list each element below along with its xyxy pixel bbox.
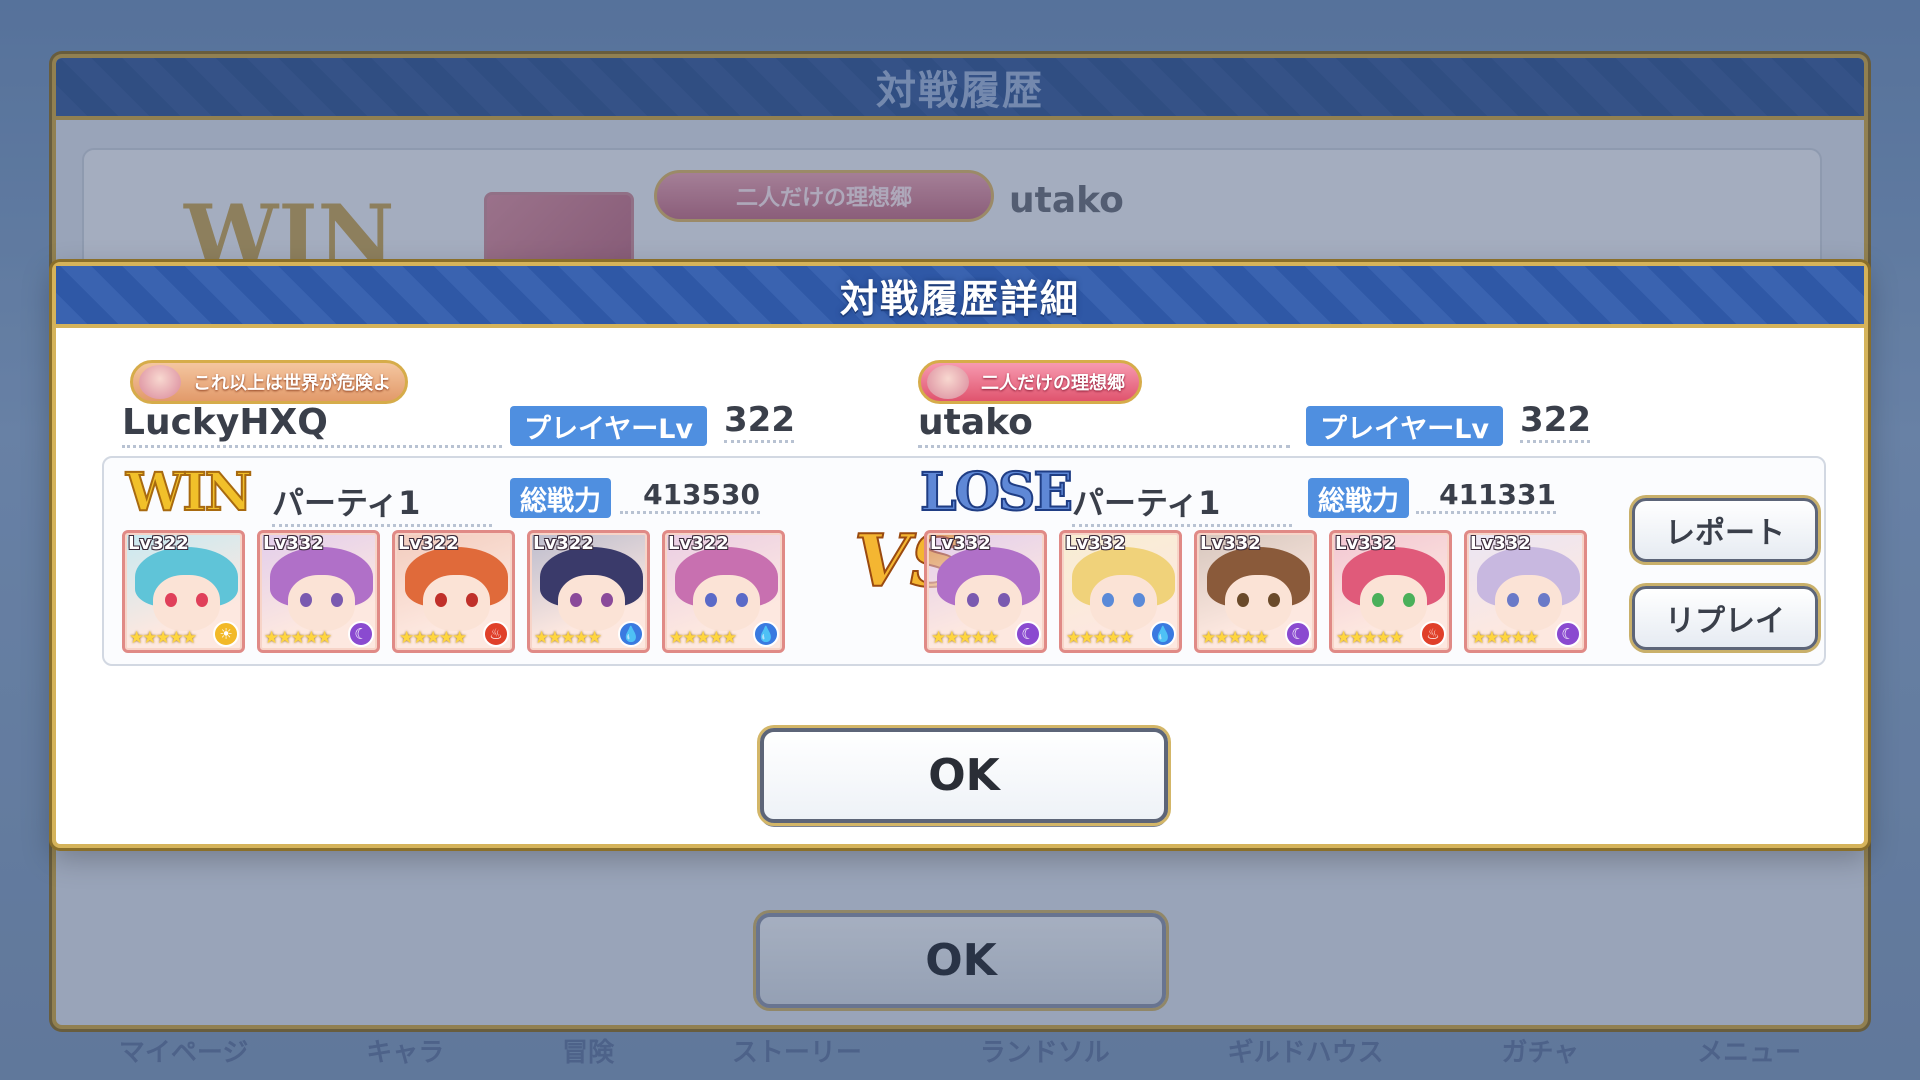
unit-star-rating: ★★★★★	[1066, 628, 1134, 648]
left-title-badge-portrait	[139, 365, 181, 399]
ok-button[interactable]: OK	[760, 728, 1168, 823]
unit-portrait-eye	[1372, 593, 1384, 607]
water-element-icon: 💧	[753, 621, 779, 647]
right-unit-card[interactable]: Lv332 ★★★★★ ☾	[1194, 530, 1317, 653]
unit-level: Lv332	[1200, 533, 1261, 554]
left-result: WIN	[125, 461, 253, 524]
unit-portrait-eye	[967, 593, 979, 607]
unit-star-rating: ★★★★★	[669, 628, 737, 648]
unit-portrait-face	[1090, 575, 1157, 631]
fire-element-icon: ♨	[483, 621, 509, 647]
right-party-name: パーティ1	[1072, 478, 1292, 527]
dialog-title: 対戦履歴詳細	[839, 276, 1080, 321]
unit-portrait-eye	[196, 593, 208, 607]
unit-portrait-face	[693, 575, 760, 631]
unit-portrait-eye	[1507, 593, 1519, 607]
unit-level: Lv332	[1065, 533, 1126, 554]
dark-element-icon: ☾	[1555, 621, 1581, 647]
unit-portrait-face	[423, 575, 490, 631]
left-unit-card[interactable]: Lv322 ★★★★★ 💧	[662, 530, 785, 653]
unit-star-rating: ★★★★★	[1471, 628, 1539, 648]
right-title-badge-portrait	[927, 365, 969, 399]
party-comparison: WIN パーティ1 総戦力 413530 Lv322 ★★★★★ ☀ Lv332 ★★★…	[102, 456, 1826, 666]
right-level-label: プレイヤーLv	[1306, 406, 1503, 446]
right-unit-card[interactable]: Lv332 ★★★★★ ♨	[1329, 530, 1452, 653]
unit-portrait-eye	[165, 593, 177, 607]
right-power-value: 411331	[1416, 478, 1556, 514]
right-unit-card[interactable]: Lv332 ★★★★★ 💧	[1059, 530, 1182, 653]
report-button[interactable]: レポート	[1632, 498, 1818, 562]
left-unit-card[interactable]: Lv322 ★★★★★ 💧	[527, 530, 650, 653]
right-level-value: 322	[1520, 400, 1591, 443]
water-element-icon: 💧	[618, 621, 644, 647]
unit-portrait-eye	[1268, 593, 1280, 607]
right-title-badge: 二人だけの理想郷	[918, 360, 1142, 404]
left-unit-card[interactable]: Lv322 ★★★★★ ☀	[122, 530, 245, 653]
right-result: LOSE	[919, 461, 1074, 524]
dark-element-icon: ☾	[1285, 621, 1311, 647]
unit-portrait-eye	[466, 593, 478, 607]
unit-level: Lv332	[1470, 533, 1531, 554]
water-element-icon: 💧	[1150, 621, 1176, 647]
unit-portrait-face	[955, 575, 1022, 631]
unit-level: Lv322	[398, 533, 459, 554]
left-power-label: 総戦力	[510, 478, 611, 518]
unit-portrait-eye	[331, 593, 343, 607]
unit-portrait-eye	[1102, 593, 1114, 607]
left-power-value: 413530	[620, 478, 760, 514]
right-power-label: 総戦力	[1308, 478, 1409, 518]
unit-portrait-eye	[705, 593, 717, 607]
unit-star-rating: ★★★★★	[534, 628, 602, 648]
left-party-name: パーティ1	[272, 478, 492, 527]
left-party-units: Lv322 ★★★★★ ☀ Lv332 ★★★★★ ☾ Lv322 ★★★★★ ♨ Lv322 ★★…	[122, 530, 785, 653]
unit-portrait-face	[288, 575, 355, 631]
unit-portrait-face	[558, 575, 625, 631]
unit-level: Lv332	[263, 533, 324, 554]
unit-level: Lv322	[533, 533, 594, 554]
unit-portrait-eye	[1237, 593, 1249, 607]
left-title-badge-text: これ以上は世界が危険よ	[193, 373, 391, 394]
unit-portrait-face	[1495, 575, 1562, 631]
unit-portrait-eye	[1538, 593, 1550, 607]
unit-portrait-eye	[736, 593, 748, 607]
unit-portrait-eye	[1133, 593, 1145, 607]
right-party-units: Lv332 ★★★★★ ☾ Lv332 ★★★★★ 💧 Lv332 ★★★★★ ☾ Lv332 ★★…	[924, 530, 1587, 653]
right-title-badge-text: 二人だけの理想郷	[981, 373, 1125, 394]
dark-element-icon: ☾	[348, 621, 374, 647]
unit-portrait-eye	[1403, 593, 1415, 607]
dark-element-icon: ☾	[1015, 621, 1041, 647]
unit-portrait-eye	[570, 593, 582, 607]
unit-portrait-face	[153, 575, 220, 631]
unit-star-rating: ★★★★★	[129, 628, 197, 648]
right-unit-card[interactable]: Lv332 ★★★★★ ☾	[924, 530, 1047, 653]
left-level-label: プレイヤーLv	[510, 406, 707, 446]
unit-star-rating: ★★★★★	[1336, 628, 1404, 648]
battle-detail-dialog: 対戦履歴詳細 これ以上は世界が危険よ LuckyHXQ プレイヤーLv 322 …	[52, 262, 1868, 848]
right-unit-card[interactable]: Lv332 ★★★★★ ☾	[1464, 530, 1587, 653]
unit-level: Lv322	[668, 533, 729, 554]
unit-portrait-face	[1225, 575, 1292, 631]
left-unit-card[interactable]: Lv332 ★★★★★ ☾	[257, 530, 380, 653]
unit-star-rating: ★★★★★	[1201, 628, 1269, 648]
unit-level: Lv322	[128, 533, 189, 554]
unit-star-rating: ★★★★★	[931, 628, 999, 648]
unit-portrait-eye	[300, 593, 312, 607]
left-player-name: LuckyHXQ	[122, 402, 502, 448]
replay-button[interactable]: リプレイ	[1632, 586, 1818, 650]
unit-portrait-eye	[601, 593, 613, 607]
light-element-icon: ☀	[213, 621, 239, 647]
right-player-name: utako	[918, 402, 1290, 448]
unit-level: Lv332	[1335, 533, 1396, 554]
unit-portrait-eye	[998, 593, 1010, 607]
dialog-header: 対戦履歴詳細	[56, 266, 1864, 328]
unit-portrait-eye	[435, 593, 447, 607]
unit-level: Lv332	[930, 533, 991, 554]
left-title-badge: これ以上は世界が危険よ	[130, 360, 408, 404]
unit-portrait-face	[1360, 575, 1427, 631]
unit-star-rating: ★★★★★	[264, 628, 332, 648]
unit-star-rating: ★★★★★	[399, 628, 467, 648]
left-unit-card[interactable]: Lv322 ★★★★★ ♨	[392, 530, 515, 653]
left-level-value: 322	[724, 400, 795, 443]
fire-element-icon: ♨	[1420, 621, 1446, 647]
